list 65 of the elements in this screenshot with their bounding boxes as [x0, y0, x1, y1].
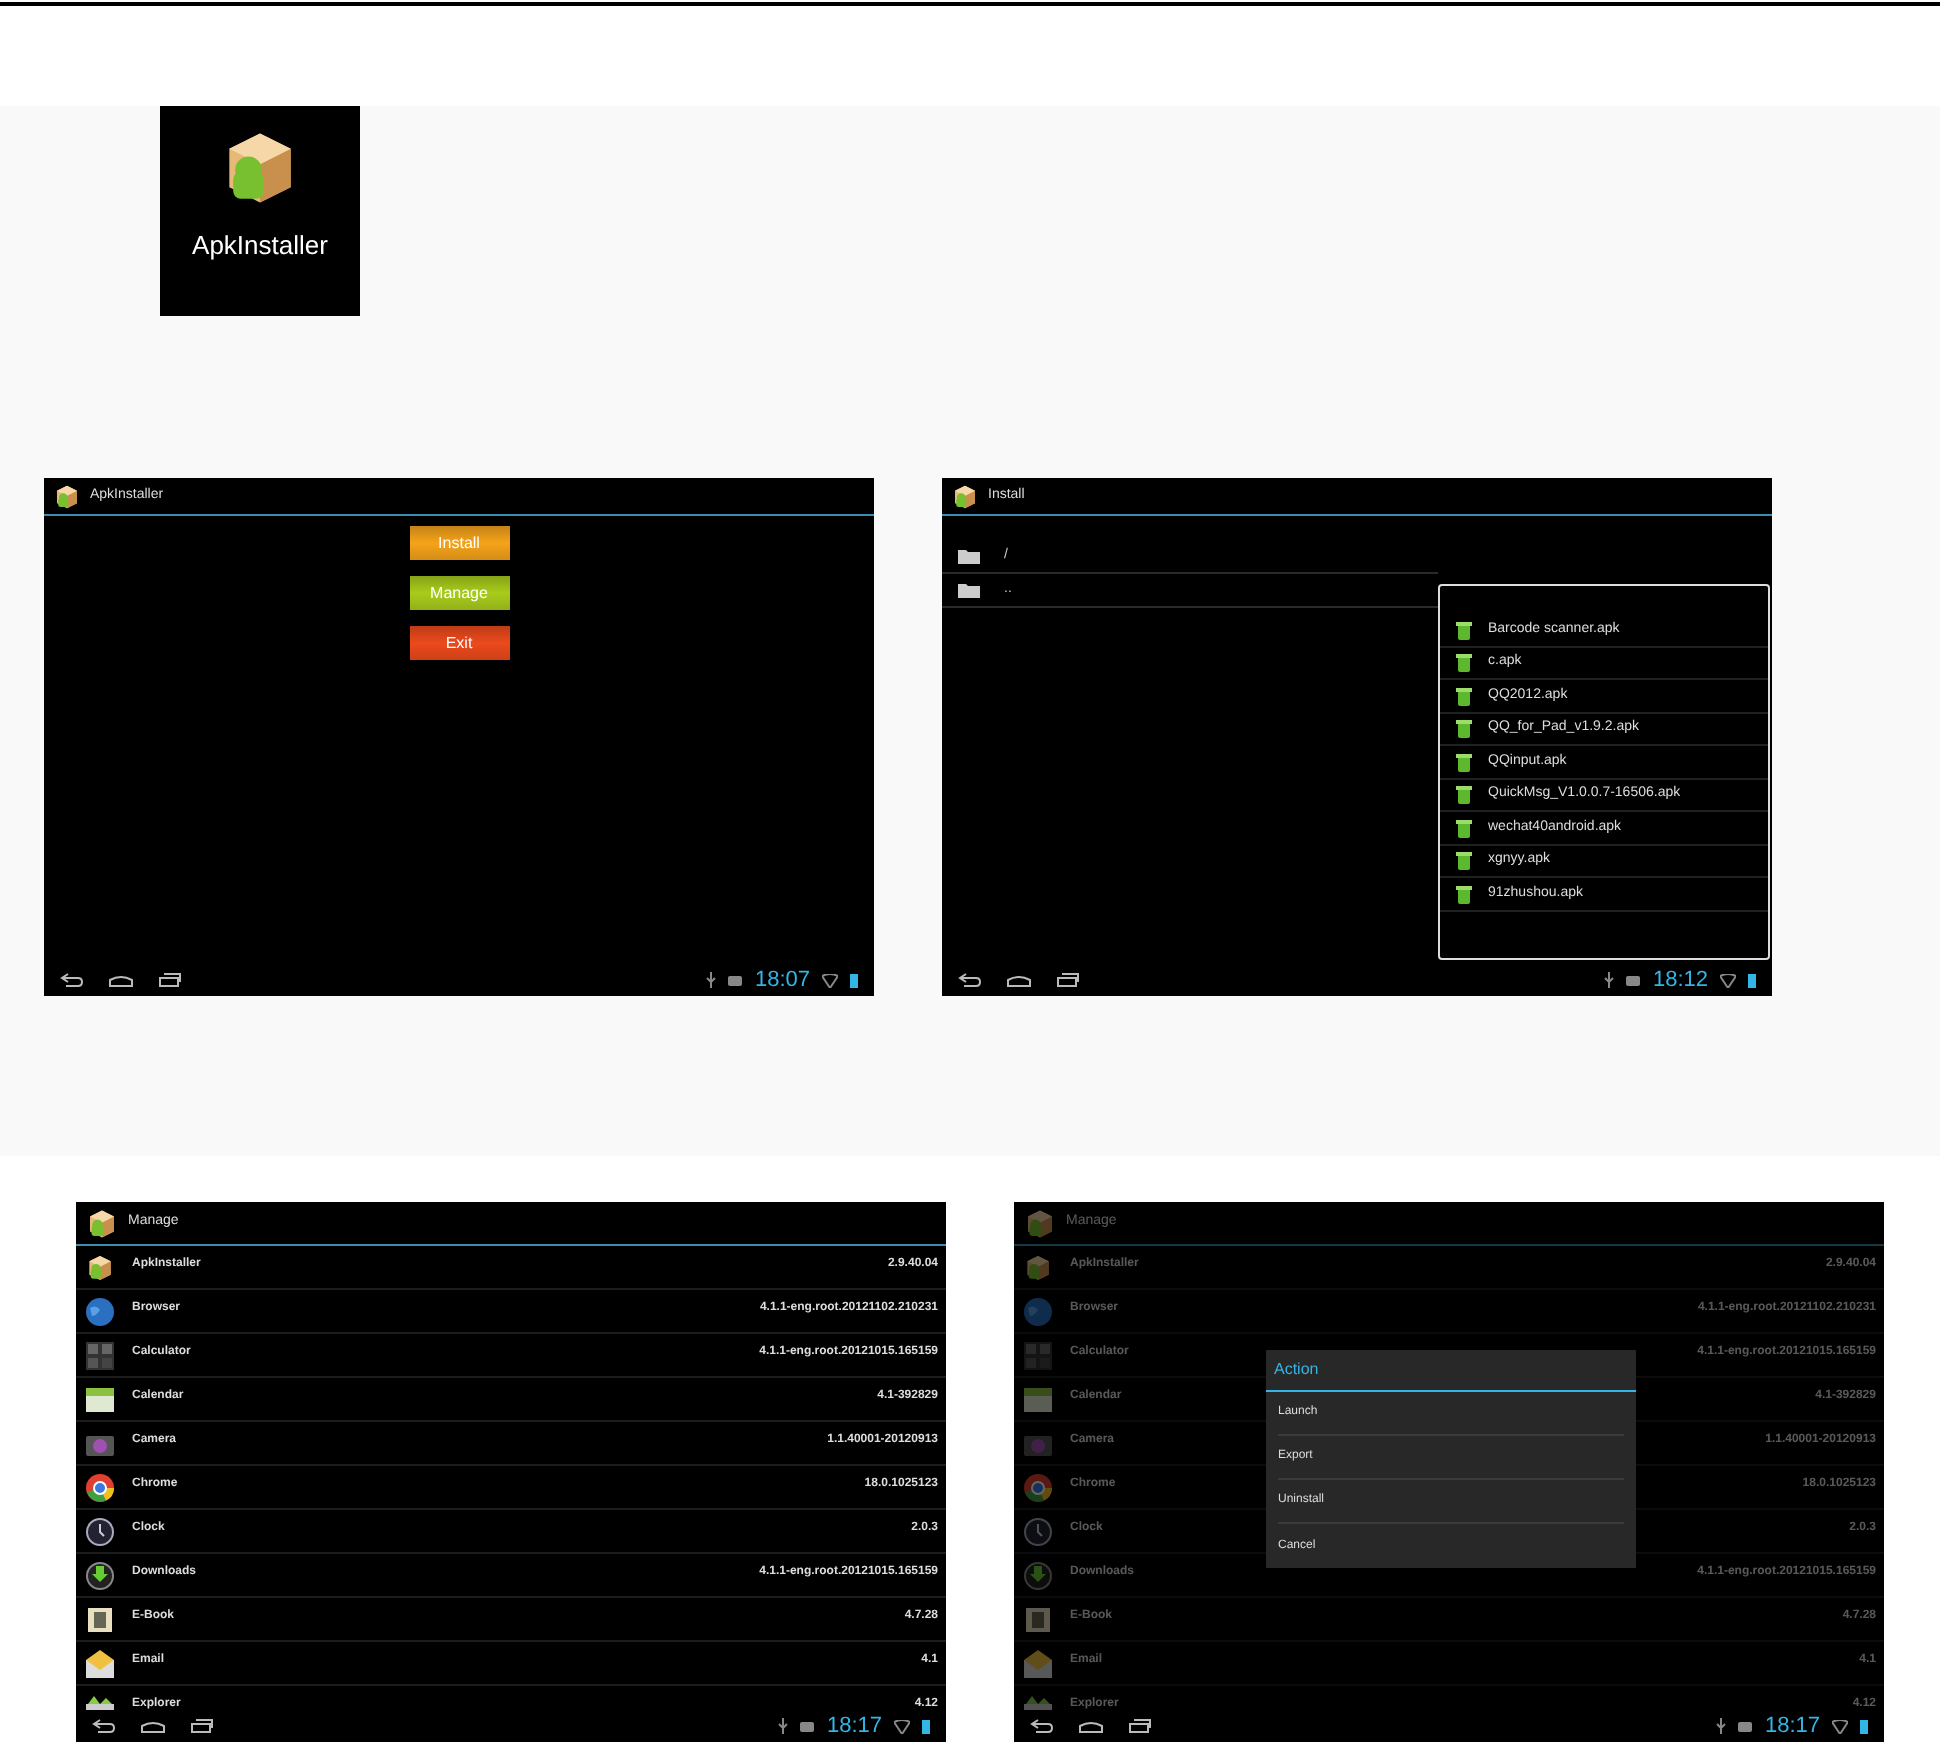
battery-icon — [1860, 1718, 1868, 1734]
sd-card-icon — [1738, 1721, 1753, 1731]
recent-apps-icon[interactable] — [1128, 1718, 1152, 1734]
apk-file-icon — [1456, 850, 1472, 871]
battery-icon — [850, 972, 858, 988]
colored-ring-icon — [84, 1471, 116, 1503]
apk-file-icon — [1456, 784, 1472, 805]
globe-icon — [1022, 1295, 1054, 1327]
app-icon — [950, 481, 980, 511]
clock: 18:17 — [826, 1715, 882, 1737]
app-icon — [52, 481, 82, 511]
home-icon[interactable] — [140, 1719, 166, 1733]
back-icon[interactable] — [92, 1718, 116, 1734]
download-icon — [1022, 1559, 1054, 1591]
usb-icon — [706, 972, 717, 988]
clock: 18:12 — [1652, 969, 1708, 991]
apk-file-icon — [1456, 718, 1472, 739]
colored-ring-icon — [1022, 1471, 1054, 1503]
recent-apps-icon[interactable] — [158, 972, 182, 988]
recent-apps-icon[interactable] — [1056, 972, 1080, 988]
envelope-icon — [1022, 1647, 1054, 1679]
back-icon[interactable] — [958, 972, 982, 988]
launcher-tile[interactable]: ApkInstaller — [160, 106, 360, 316]
battery-icon — [922, 1718, 930, 1734]
apk-file-icon — [1456, 619, 1472, 640]
clock: 18:17 — [1764, 1715, 1820, 1737]
download-icon — [84, 1559, 116, 1591]
apk-file-icon — [1456, 817, 1472, 838]
home-icon[interactable] — [108, 973, 134, 987]
usb-icon — [1604, 972, 1615, 988]
home-icon[interactable] — [1006, 973, 1032, 987]
envelope-icon — [84, 1647, 116, 1679]
battery-icon — [1748, 972, 1756, 988]
apk-file-icon — [1456, 685, 1472, 706]
calendar-icon — [84, 1383, 116, 1415]
usb-icon — [1716, 1718, 1727, 1734]
book-icon — [1022, 1603, 1054, 1635]
package-icon — [84, 1251, 116, 1283]
clock: 18:07 — [754, 969, 810, 991]
apk-file-icon — [1456, 883, 1472, 904]
book-icon — [84, 1603, 116, 1635]
dialog-title: Action — [1266, 1350, 1636, 1392]
calendar-icon — [1022, 1383, 1054, 1415]
clock-icon — [84, 1515, 116, 1547]
apk-file-icon — [1456, 751, 1472, 772]
calculator-icon — [1022, 1339, 1054, 1371]
sd-card-icon — [800, 1721, 815, 1731]
back-icon[interactable] — [60, 972, 84, 988]
app-icon — [1022, 1205, 1058, 1241]
folder-icon — [958, 582, 980, 598]
launcher-label: ApkInstaller — [192, 228, 328, 264]
apk-file-icon — [1456, 652, 1472, 673]
back-icon[interactable] — [1030, 1718, 1054, 1734]
usb-icon — [778, 1718, 789, 1734]
sd-card-icon — [728, 975, 743, 985]
app-icon — [84, 1205, 120, 1241]
home-icon[interactable] — [1078, 1719, 1104, 1733]
package-icon — [1022, 1251, 1054, 1283]
clock-icon — [1022, 1515, 1054, 1547]
recent-apps-icon[interactable] — [190, 1718, 214, 1734]
sd-card-icon — [1626, 975, 1641, 985]
calculator-icon — [84, 1339, 116, 1371]
globe-icon — [84, 1295, 116, 1327]
menu-button[interactable]: Exit — [409, 626, 509, 660]
folder-icon — [958, 548, 980, 564]
